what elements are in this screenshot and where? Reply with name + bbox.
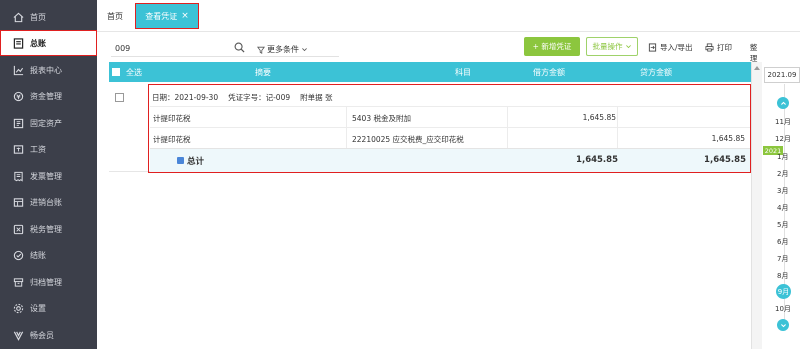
tax-icon <box>12 223 24 235</box>
tab-home[interactable]: 首页 <box>107 11 123 22</box>
money-icon <box>12 90 24 102</box>
period-select[interactable]: 2021.09 <box>764 67 800 83</box>
invoice-icon <box>12 170 24 182</box>
batch-actions-button[interactable]: 批量操作 <box>586 37 638 56</box>
toolbar: 009 更多条件 + 新增凭证 批量操作 导入/导出 打印 整理断号 <box>97 32 757 85</box>
sidebar-item-settings[interactable]: 设置 <box>0 295 97 321</box>
sidebar-item-tax[interactable]: 税务管理 <box>0 216 97 242</box>
month-item[interactable]: 7月 <box>777 254 788 264</box>
tab-view-voucher[interactable]: 查看凭证 × <box>135 3 199 29</box>
sidebar-item-home[interactable]: 首页 <box>0 4 97 30</box>
sidebar-item-invoices[interactable]: 发票管理 <box>0 163 97 189</box>
sidebar-item-label: 工资 <box>30 144 46 154</box>
search-input[interactable]: 009 <box>115 44 130 53</box>
select-all-checkbox[interactable] <box>112 68 120 76</box>
close-books-icon <box>12 249 24 261</box>
sidebar-item-label: 报表中心 <box>30 65 62 75</box>
sidebar-item-reports[interactable]: 报表中心 <box>0 57 97 83</box>
sidebar-item-label: 总账 <box>30 38 46 48</box>
tab-label: 查看凭证 <box>145 11 178 21</box>
salary-icon <box>12 143 24 155</box>
sidebar-item-label: 设置 <box>30 303 46 313</box>
sidebar-item-fixed-assets[interactable]: 固定资产 <box>0 110 97 136</box>
vip-icon <box>12 329 24 341</box>
month-item[interactable]: 5月 <box>777 220 788 230</box>
search-icon[interactable] <box>234 42 245 53</box>
sidebar-item-funds[interactable]: 资金管理 <box>0 83 97 109</box>
print-label: 打印 <box>717 43 732 52</box>
filter-icon <box>257 46 265 54</box>
month-item[interactable]: 1月 <box>777 152 788 162</box>
sidebar-item-archive[interactable]: 归档管理 <box>0 269 97 295</box>
asset-icon <box>12 117 24 129</box>
chevron-down-icon[interactable] <box>777 319 789 331</box>
sidebar-item-label: 进销台账 <box>30 197 62 207</box>
voucher-checkbox[interactable] <box>115 93 124 102</box>
chevron-down-icon <box>302 48 307 52</box>
new-voucher-button[interactable]: + 新增凭证 <box>524 37 580 56</box>
import-export-label: 导入/导出 <box>660 43 693 52</box>
chevron-down-icon <box>625 45 631 49</box>
sidebar-item-ledger[interactable]: 总账 <box>0 30 97 56</box>
vertical-scrollbar[interactable] <box>752 62 762 349</box>
sidebar-item-salary[interactable]: 工资 <box>0 136 97 162</box>
sidebar-item-label: 发票管理 <box>30 171 62 181</box>
sidebar-item-closing[interactable]: 结账 <box>0 242 97 268</box>
inventory-icon <box>12 196 24 208</box>
voucher-highlight <box>148 84 751 173</box>
sidebar-item-label: 归档管理 <box>30 277 62 287</box>
month-item[interactable]: 10月 <box>775 304 791 314</box>
more-filters-button[interactable]: 更多条件 <box>257 44 308 55</box>
gear-icon <box>12 302 24 314</box>
report-icon <box>12 64 24 76</box>
month-item[interactable]: 3月 <box>777 186 788 196</box>
month-item[interactable]: 2月 <box>777 169 788 179</box>
summary-header: 摘要 <box>255 68 271 77</box>
import-export-icon <box>648 43 657 52</box>
month-item[interactable]: 4月 <box>777 203 788 213</box>
tab-bar: 首页 查看凭证 × <box>97 0 800 32</box>
month-item[interactable]: 6月 <box>777 237 788 247</box>
archive-icon <box>12 276 24 288</box>
debit-header: 借方金额 <box>533 68 565 77</box>
month-item[interactable]: 11月 <box>775 117 791 127</box>
table-header: 全选 摘要 科目 借方金额 贷方金额 <box>109 62 751 82</box>
close-icon[interactable]: × <box>181 11 189 21</box>
month-item[interactable]: 12月 <box>775 134 791 144</box>
sidebar: 首页 总账 报表中心 资金管理 固定资产 工资 发票管理 进销台账 税务管理 结… <box>0 0 97 349</box>
import-export-button[interactable]: 导入/导出 <box>648 42 693 53</box>
period-selector: 2021.09 11月 12月 2021 1月 2月 3月 4月 5月 6月 7… <box>763 66 800 349</box>
month-item[interactable]: 8月 <box>777 271 788 281</box>
search-underline <box>111 56 339 57</box>
printer-icon <box>705 43 714 52</box>
select-all-label: 全选 <box>126 68 142 77</box>
month-item-active[interactable]: 9月 <box>776 284 791 299</box>
sidebar-item-vip[interactable]: 畅会员 <box>0 322 97 348</box>
ledger-icon <box>12 37 24 49</box>
sidebar-item-label: 结账 <box>30 250 46 260</box>
sidebar-item-label: 资金管理 <box>30 91 62 101</box>
sidebar-item-label: 首页 <box>30 12 46 22</box>
filter-label: 更多条件 <box>267 45 299 54</box>
account-header: 科目 <box>455 68 471 77</box>
batch-label: 批量操作 <box>592 42 623 51</box>
home-icon <box>12 11 24 23</box>
credit-header: 贷方金额 <box>640 68 672 77</box>
scroll-up-icon[interactable] <box>754 66 760 70</box>
sidebar-item-label: 畅会员 <box>30 330 54 340</box>
chevron-up-icon[interactable] <box>777 97 789 109</box>
sidebar-item-label: 税务管理 <box>30 224 62 234</box>
print-button[interactable]: 打印 <box>705 42 732 53</box>
sidebar-item-inventory[interactable]: 进销台账 <box>0 189 97 215</box>
sidebar-item-label: 固定资产 <box>30 118 62 128</box>
